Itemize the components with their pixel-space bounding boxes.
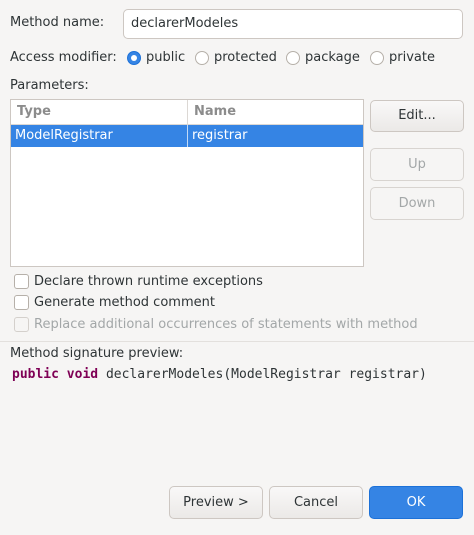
radio-private[interactable] [370, 51, 384, 65]
declare-exceptions-checkbox[interactable] [14, 274, 29, 289]
radio-package-label[interactable]: package [305, 50, 360, 65]
parameters-table[interactable]: Type Name ModelRegistrar registrar [10, 99, 364, 267]
replace-occurrences-label: Replace additional occurrences of statem… [34, 317, 418, 332]
signature-text: declarerModeles(ModelRegistrar registrar… [105, 367, 427, 382]
down-button[interactable]: Down [370, 187, 464, 220]
signature-preview: public void declarerModeles(ModelRegistr… [12, 367, 427, 382]
cell-name: registrar [192, 128, 248, 143]
parameters-label: Parameters: [10, 78, 89, 93]
radio-private-label[interactable]: private [389, 50, 435, 65]
cell-type: ModelRegistrar [15, 128, 113, 143]
generate-comment-checkbox[interactable] [14, 295, 29, 310]
ok-button[interactable]: OK [369, 486, 463, 519]
column-separator [187, 100, 188, 124]
preview-button[interactable]: Preview > [169, 486, 263, 519]
method-name-label: Method name: [10, 15, 105, 30]
radio-public-label[interactable]: public [146, 50, 185, 65]
column-header-name[interactable]: Name [194, 100, 236, 124]
radio-protected-label[interactable]: protected [214, 50, 277, 65]
generate-comment-label[interactable]: Generate method comment [34, 295, 215, 310]
keyword-public: public [12, 367, 59, 382]
access-modifier-label: Access modifier: [10, 50, 117, 65]
row-separator [187, 125, 188, 147]
declare-exceptions-label[interactable]: Declare thrown runtime exceptions [34, 274, 263, 289]
signature-preview-label: Method signature preview: [10, 346, 184, 361]
cancel-button[interactable]: Cancel [269, 486, 363, 519]
section-divider [0, 341, 474, 342]
keyword-void: void [66, 367, 99, 382]
up-button[interactable]: Up [370, 148, 464, 181]
replace-occurrences-checkbox[interactable] [14, 317, 29, 332]
table-header: Type Name [11, 100, 363, 125]
radio-protected[interactable] [195, 51, 209, 65]
edit-button[interactable]: Edit... [370, 100, 464, 132]
column-header-type[interactable]: Type [17, 100, 51, 124]
table-row[interactable]: ModelRegistrar registrar [11, 125, 363, 147]
radio-package[interactable] [286, 51, 300, 65]
radio-public[interactable] [127, 51, 141, 65]
method-name-input[interactable]: declarerModeles [123, 9, 463, 39]
